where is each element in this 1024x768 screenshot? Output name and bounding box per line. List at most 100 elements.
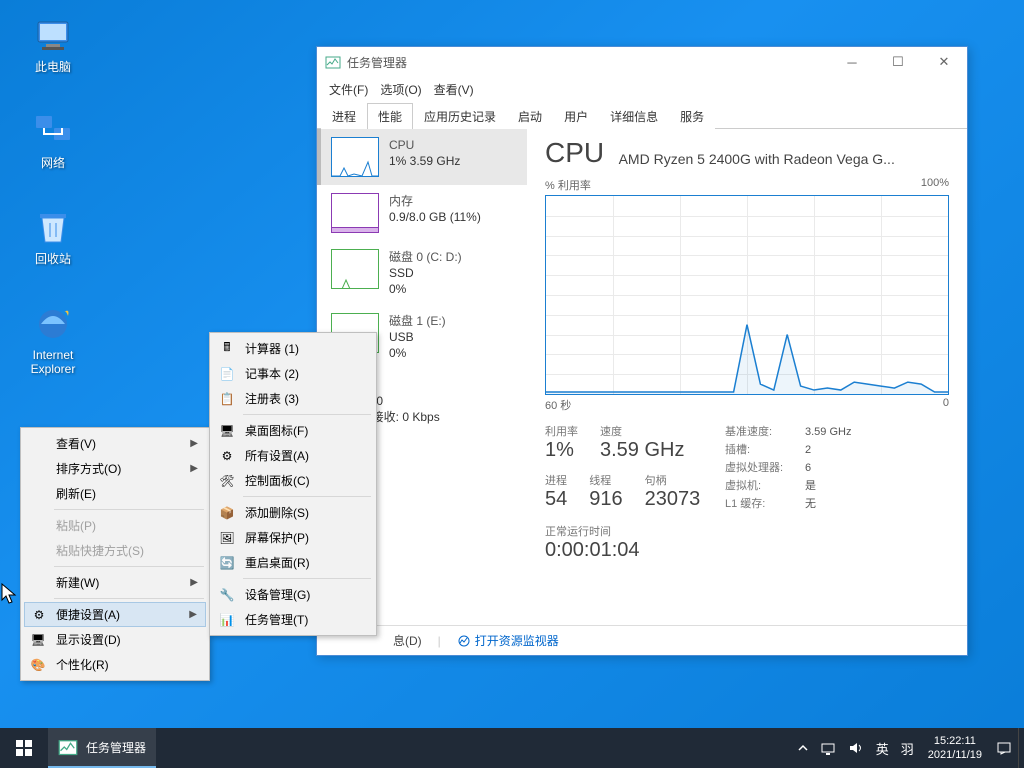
control-panel-icon: 🛠 [219, 473, 235, 489]
regedit-icon: 📋 [219, 391, 235, 407]
menu-item[interactable]: 🎨个性化(R) [24, 652, 206, 677]
menu-options[interactable]: 选项(O) [374, 79, 427, 100]
axis-left: 60 秒 [545, 397, 571, 413]
desktop-icon-recycle-bin[interactable]: 回收站 [16, 206, 90, 266]
menu-item[interactable]: 🖼屏幕保护(P) [213, 525, 373, 550]
menubar: 文件(F) 选项(O) 查看(V) [317, 77, 967, 102]
menu-item[interactable]: 刷新(E) [24, 481, 206, 506]
desktop-icon-ie[interactable]: Internet Explorer [16, 302, 90, 376]
windows-icon [16, 740, 32, 756]
menu-item[interactable]: 🖥桌面图标(F) [213, 418, 373, 443]
maximize-button[interactable]: ☐ [875, 47, 921, 77]
tray-ime[interactable]: 英 [870, 728, 895, 768]
menu-item[interactable]: 📦添加删除(S) [213, 500, 373, 525]
personalize-icon: 🎨 [30, 657, 46, 673]
menu-item: 粘贴(P) [24, 513, 206, 538]
desktop-icon-label: 此电脑 [16, 60, 90, 74]
task-manager-window: 任务管理器 ─ ☐ ✕ 文件(F) 选项(O) 查看(V) 进程 性能 应用历史… [316, 46, 968, 656]
menu-item[interactable]: ⚙便捷设置(A)▶ [24, 602, 206, 627]
submenu-arrow-icon: ▶ [189, 609, 197, 620]
menu-file[interactable]: 文件(F) [323, 79, 374, 100]
tab-services[interactable]: 服务 [669, 103, 715, 129]
menu-item[interactable]: 🖥显示设置(D) [24, 627, 206, 652]
desktop-icon-network[interactable]: 网络 [16, 110, 90, 170]
cpu-heading: CPU [545, 137, 604, 169]
stat-proc: 54 [545, 488, 567, 511]
submenu-arrow-icon: ▶ [190, 438, 198, 449]
menu-item[interactable]: 🔄重启桌面(R) [213, 550, 373, 575]
stat-uptime: 0:00:01:04 [545, 539, 949, 562]
desktop-icon-this-pc[interactable]: 此电脑 [16, 14, 90, 74]
taskmgr-icon [325, 54, 341, 70]
tray-overflow-button[interactable] [792, 728, 814, 768]
menu-item[interactable]: 📊任务管理(T) [213, 607, 373, 632]
perf-card-memory[interactable]: 内存0.9/8.0 GB (11%) [317, 185, 527, 241]
desktop-icon-label: 回收站 [16, 252, 90, 266]
tab-startup[interactable]: 启动 [507, 103, 553, 129]
start-button[interactable] [0, 728, 48, 768]
fewer-details-button[interactable]: 息(D) [393, 632, 422, 649]
menu-item[interactable]: 🔧设备管理(G) [213, 582, 373, 607]
menu-item[interactable]: 🖩计算器 (1) [213, 336, 373, 361]
restart-icon: 🔄 [219, 555, 235, 571]
cpu-name: AMD Ryzen 5 2400G with Radeon Vega G... [619, 151, 895, 167]
show-desktop-button[interactable] [1018, 728, 1024, 768]
programs-icon: 📦 [219, 505, 235, 521]
tab-performance[interactable]: 性能 [367, 103, 413, 129]
menu-item[interactable]: ⚙所有设置(A) [213, 443, 373, 468]
gear-icon: ⚙ [31, 607, 47, 623]
network-icon [32, 110, 74, 152]
menu-item[interactable]: 新建(W)▶ [24, 570, 206, 595]
recycle-bin-icon [32, 206, 74, 248]
display-icon: 🖥 [30, 632, 46, 648]
tab-details[interactable]: 详细信息 [599, 103, 669, 129]
menu-item[interactable]: 📄记事本 (2) [213, 361, 373, 386]
tray-notifications-icon[interactable] [990, 728, 1018, 768]
taskbar-app-label: 任务管理器 [86, 739, 146, 756]
close-button[interactable]: ✕ [921, 47, 967, 77]
calc-icon: 🖩 [219, 341, 235, 357]
minimize-button[interactable]: ─ [829, 47, 875, 77]
menu-item[interactable]: 📋注册表 (3) [213, 386, 373, 411]
ie-icon [32, 302, 74, 344]
open-resmon-link[interactable]: 打开资源监视器 [457, 632, 559, 649]
tab-processes[interactable]: 进程 [321, 103, 367, 129]
util-label: % 利用率 [545, 177, 591, 193]
menu-item: 粘贴快捷方式(S) [24, 538, 206, 563]
stat-util: 1% [545, 439, 578, 462]
resmon-icon [457, 634, 471, 648]
submenu-arrow-icon: ▶ [190, 577, 198, 588]
menu-item[interactable]: 排序方式(O)▶ [24, 456, 206, 481]
stat-thread: 916 [589, 488, 622, 511]
settings-icon: ⚙ [219, 448, 235, 464]
desktop-icon-label: 网络 [16, 156, 90, 170]
menu-item[interactable]: 🛠控制面板(C) [213, 468, 373, 493]
tray-volume-icon[interactable] [842, 728, 870, 768]
tabbar: 进程 性能 应用历史记录 启动 用户 详细信息 服务 [317, 102, 967, 129]
titlebar[interactable]: 任务管理器 ─ ☐ ✕ [317, 47, 967, 77]
stat-handle: 23073 [645, 488, 701, 511]
tab-app-history[interactable]: 应用历史记录 [413, 103, 507, 129]
submenu-arrow-icon: ▶ [190, 463, 198, 474]
stat-speed: 3.59 GHz [600, 439, 684, 462]
taskbar-app-taskmgr[interactable]: 任务管理器 [48, 728, 156, 768]
menu-item[interactable]: 查看(V)▶ [24, 431, 206, 456]
desktop-icons-icon: 🖥 [219, 423, 235, 439]
perf-card-disk0[interactable]: 磁盘 0 (C: D:)SSD0% [317, 241, 527, 305]
tab-users[interactable]: 用户 [553, 103, 599, 129]
pc-icon [32, 14, 74, 56]
menu-view[interactable]: 查看(V) [428, 79, 480, 100]
perf-card-cpu[interactable]: CPU1% 3.59 GHz [317, 129, 527, 185]
taskmgr-icon [58, 737, 78, 757]
taskbar: 任务管理器 英 羽 15:22:11 2021/11/19 [0, 728, 1024, 768]
mouse-cursor-icon [1, 583, 19, 607]
memory-thumb [331, 193, 379, 233]
footer: 息(D) | 打开资源监视器 [317, 625, 967, 655]
util-max: 100% [921, 177, 949, 193]
tray-ime2[interactable]: 羽 [895, 728, 920, 768]
devmgr-icon: 🔧 [219, 587, 235, 603]
tray-clock[interactable]: 15:22:11 2021/11/19 [920, 734, 990, 762]
disk-thumb [331, 249, 379, 289]
tray-network-icon[interactable] [814, 728, 842, 768]
desktop-icon-label: Internet Explorer [16, 348, 90, 376]
